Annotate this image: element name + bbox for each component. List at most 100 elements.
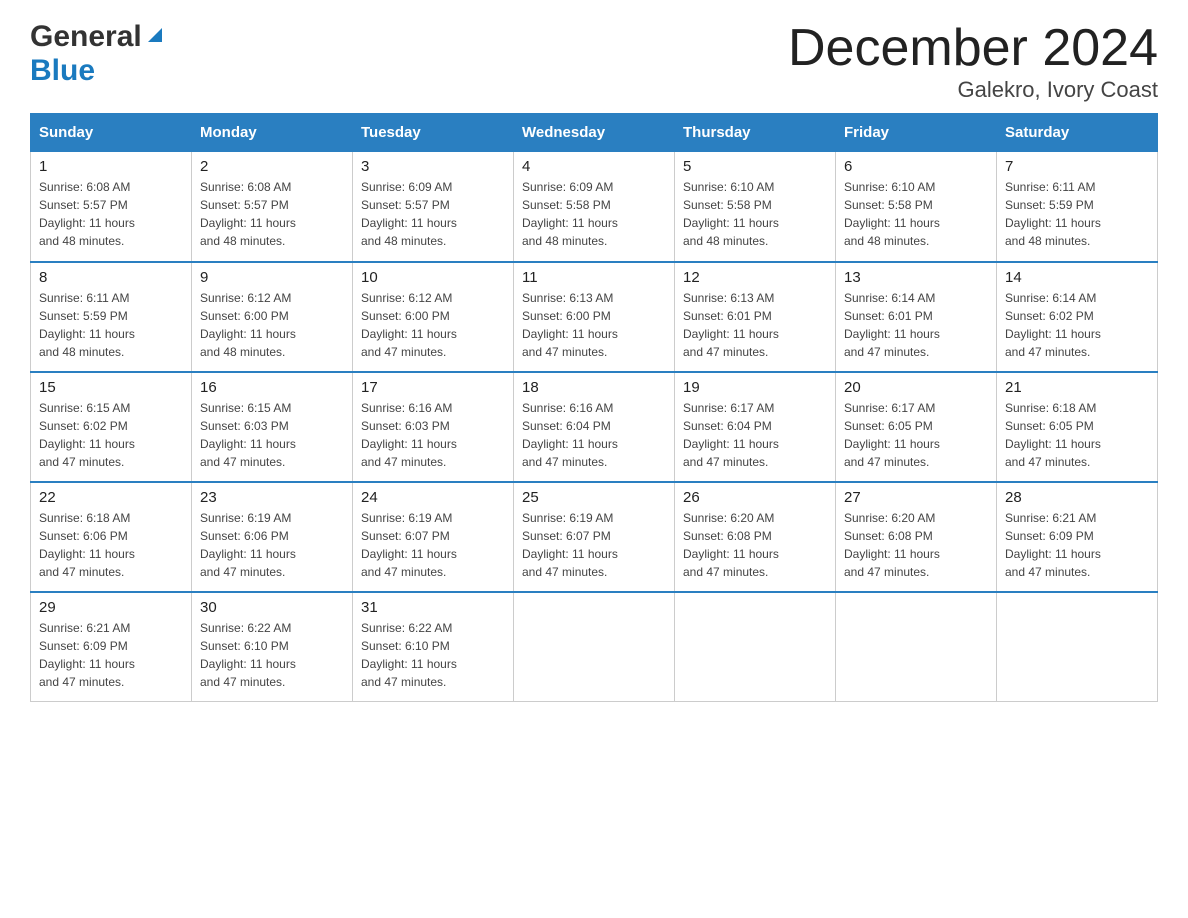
calendar-cell: 4 Sunrise: 6:09 AMSunset: 5:58 PMDayligh… bbox=[514, 152, 675, 262]
calendar-cell: 3 Sunrise: 6:09 AMSunset: 5:57 PMDayligh… bbox=[353, 152, 514, 262]
calendar-cell: 2 Sunrise: 6:08 AMSunset: 5:57 PMDayligh… bbox=[192, 152, 353, 262]
calendar-cell: 1 Sunrise: 6:08 AMSunset: 5:57 PMDayligh… bbox=[31, 152, 192, 262]
calendar-day-header: Tuesday bbox=[353, 114, 514, 152]
calendar-cell: 8 Sunrise: 6:11 AMSunset: 5:59 PMDayligh… bbox=[31, 262, 192, 372]
calendar-cell: 17 Sunrise: 6:16 AMSunset: 6:03 PMDaylig… bbox=[353, 372, 514, 482]
day-info: Sunrise: 6:09 AMSunset: 5:57 PMDaylight:… bbox=[361, 180, 457, 248]
calendar-cell: 16 Sunrise: 6:15 AMSunset: 6:03 PMDaylig… bbox=[192, 372, 353, 482]
calendar-cell: 18 Sunrise: 6:16 AMSunset: 6:04 PMDaylig… bbox=[514, 372, 675, 482]
day-number: 11 bbox=[522, 269, 666, 286]
day-info: Sunrise: 6:16 AMSunset: 6:04 PMDaylight:… bbox=[522, 401, 618, 469]
page-header: General Blue December 2024 Galekro, Ivor… bbox=[30, 20, 1158, 103]
day-number: 31 bbox=[361, 599, 505, 616]
day-number: 7 bbox=[1005, 158, 1149, 175]
calendar-cell: 23 Sunrise: 6:19 AMSunset: 6:06 PMDaylig… bbox=[192, 482, 353, 592]
day-number: 16 bbox=[200, 379, 344, 396]
day-info: Sunrise: 6:14 AMSunset: 6:02 PMDaylight:… bbox=[1005, 291, 1101, 359]
day-info: Sunrise: 6:15 AMSunset: 6:02 PMDaylight:… bbox=[39, 401, 135, 469]
day-number: 12 bbox=[683, 269, 827, 286]
calendar-cell: 31 Sunrise: 6:22 AMSunset: 6:10 PMDaylig… bbox=[353, 592, 514, 702]
calendar-day-header: Monday bbox=[192, 114, 353, 152]
calendar-cell: 26 Sunrise: 6:20 AMSunset: 6:08 PMDaylig… bbox=[675, 482, 836, 592]
calendar-day-header: Thursday bbox=[675, 114, 836, 152]
day-number: 9 bbox=[200, 269, 344, 286]
day-number: 2 bbox=[200, 158, 344, 175]
calendar-cell: 30 Sunrise: 6:22 AMSunset: 6:10 PMDaylig… bbox=[192, 592, 353, 702]
calendar-cell: 12 Sunrise: 6:13 AMSunset: 6:01 PMDaylig… bbox=[675, 262, 836, 372]
day-number: 26 bbox=[683, 489, 827, 506]
calendar-cell: 21 Sunrise: 6:18 AMSunset: 6:05 PMDaylig… bbox=[997, 372, 1158, 482]
day-number: 20 bbox=[844, 379, 988, 396]
day-number: 25 bbox=[522, 489, 666, 506]
day-info: Sunrise: 6:20 AMSunset: 6:08 PMDaylight:… bbox=[683, 511, 779, 579]
day-number: 29 bbox=[39, 599, 183, 616]
day-info: Sunrise: 6:11 AMSunset: 5:59 PMDaylight:… bbox=[39, 291, 135, 359]
calendar-header-row: SundayMondayTuesdayWednesdayThursdayFrid… bbox=[31, 114, 1158, 152]
day-number: 15 bbox=[39, 379, 183, 396]
calendar-day-header: Saturday bbox=[997, 114, 1158, 152]
calendar-cell: 10 Sunrise: 6:12 AMSunset: 6:00 PMDaylig… bbox=[353, 262, 514, 372]
day-number: 23 bbox=[200, 489, 344, 506]
day-info: Sunrise: 6:13 AMSunset: 6:00 PMDaylight:… bbox=[522, 291, 618, 359]
day-info: Sunrise: 6:08 AMSunset: 5:57 PMDaylight:… bbox=[200, 180, 296, 248]
calendar-cell: 19 Sunrise: 6:17 AMSunset: 6:04 PMDaylig… bbox=[675, 372, 836, 482]
calendar-day-header: Friday bbox=[836, 114, 997, 152]
day-number: 14 bbox=[1005, 269, 1149, 286]
day-info: Sunrise: 6:18 AMSunset: 6:06 PMDaylight:… bbox=[39, 511, 135, 579]
day-number: 10 bbox=[361, 269, 505, 286]
calendar-cell bbox=[836, 592, 997, 702]
calendar-cell: 9 Sunrise: 6:12 AMSunset: 6:00 PMDayligh… bbox=[192, 262, 353, 372]
day-info: Sunrise: 6:22 AMSunset: 6:10 PMDaylight:… bbox=[200, 621, 296, 689]
page-title: December 2024 bbox=[788, 20, 1158, 77]
logo: General Blue bbox=[30, 20, 166, 88]
calendar-week-row: 29 Sunrise: 6:21 AMSunset: 6:09 PMDaylig… bbox=[31, 592, 1158, 702]
day-number: 27 bbox=[844, 489, 988, 506]
day-number: 18 bbox=[522, 379, 666, 396]
day-number: 22 bbox=[39, 489, 183, 506]
day-info: Sunrise: 6:20 AMSunset: 6:08 PMDaylight:… bbox=[844, 511, 940, 579]
day-info: Sunrise: 6:16 AMSunset: 6:03 PMDaylight:… bbox=[361, 401, 457, 469]
day-info: Sunrise: 6:17 AMSunset: 6:04 PMDaylight:… bbox=[683, 401, 779, 469]
day-info: Sunrise: 6:14 AMSunset: 6:01 PMDaylight:… bbox=[844, 291, 940, 359]
day-number: 1 bbox=[39, 158, 183, 175]
title-block: December 2024 Galekro, Ivory Coast bbox=[788, 20, 1158, 103]
day-info: Sunrise: 6:10 AMSunset: 5:58 PMDaylight:… bbox=[683, 180, 779, 248]
day-info: Sunrise: 6:11 AMSunset: 5:59 PMDaylight:… bbox=[1005, 180, 1101, 248]
day-number: 28 bbox=[1005, 489, 1149, 506]
calendar-week-row: 15 Sunrise: 6:15 AMSunset: 6:02 PMDaylig… bbox=[31, 372, 1158, 482]
calendar-cell: 29 Sunrise: 6:21 AMSunset: 6:09 PMDaylig… bbox=[31, 592, 192, 702]
calendar-table: SundayMondayTuesdayWednesdayThursdayFrid… bbox=[30, 113, 1158, 702]
day-info: Sunrise: 6:19 AMSunset: 6:07 PMDaylight:… bbox=[522, 511, 618, 579]
calendar-cell: 24 Sunrise: 6:19 AMSunset: 6:07 PMDaylig… bbox=[353, 482, 514, 592]
day-number: 24 bbox=[361, 489, 505, 506]
calendar-cell: 6 Sunrise: 6:10 AMSunset: 5:58 PMDayligh… bbox=[836, 152, 997, 262]
calendar-cell: 7 Sunrise: 6:11 AMSunset: 5:59 PMDayligh… bbox=[997, 152, 1158, 262]
calendar-cell: 14 Sunrise: 6:14 AMSunset: 6:02 PMDaylig… bbox=[997, 262, 1158, 372]
calendar-cell: 28 Sunrise: 6:21 AMSunset: 6:09 PMDaylig… bbox=[997, 482, 1158, 592]
day-number: 5 bbox=[683, 158, 827, 175]
day-info: Sunrise: 6:17 AMSunset: 6:05 PMDaylight:… bbox=[844, 401, 940, 469]
calendar-cell bbox=[675, 592, 836, 702]
calendar-cell: 5 Sunrise: 6:10 AMSunset: 5:58 PMDayligh… bbox=[675, 152, 836, 262]
day-info: Sunrise: 6:21 AMSunset: 6:09 PMDaylight:… bbox=[39, 621, 135, 689]
calendar-cell: 11 Sunrise: 6:13 AMSunset: 6:00 PMDaylig… bbox=[514, 262, 675, 372]
day-info: Sunrise: 6:12 AMSunset: 6:00 PMDaylight:… bbox=[200, 291, 296, 359]
calendar-week-row: 22 Sunrise: 6:18 AMSunset: 6:06 PMDaylig… bbox=[31, 482, 1158, 592]
calendar-cell bbox=[997, 592, 1158, 702]
calendar-cell: 15 Sunrise: 6:15 AMSunset: 6:02 PMDaylig… bbox=[31, 372, 192, 482]
day-number: 3 bbox=[361, 158, 505, 175]
calendar-day-header: Sunday bbox=[31, 114, 192, 152]
calendar-cell: 25 Sunrise: 6:19 AMSunset: 6:07 PMDaylig… bbox=[514, 482, 675, 592]
day-info: Sunrise: 6:13 AMSunset: 6:01 PMDaylight:… bbox=[683, 291, 779, 359]
logo-triangle-icon bbox=[144, 24, 166, 51]
day-info: Sunrise: 6:18 AMSunset: 6:05 PMDaylight:… bbox=[1005, 401, 1101, 469]
calendar-cell: 27 Sunrise: 6:20 AMSunset: 6:08 PMDaylig… bbox=[836, 482, 997, 592]
calendar-cell: 13 Sunrise: 6:14 AMSunset: 6:01 PMDaylig… bbox=[836, 262, 997, 372]
day-info: Sunrise: 6:22 AMSunset: 6:10 PMDaylight:… bbox=[361, 621, 457, 689]
calendar-cell bbox=[514, 592, 675, 702]
calendar-cell: 20 Sunrise: 6:17 AMSunset: 6:05 PMDaylig… bbox=[836, 372, 997, 482]
day-number: 21 bbox=[1005, 379, 1149, 396]
day-info: Sunrise: 6:19 AMSunset: 6:07 PMDaylight:… bbox=[361, 511, 457, 579]
day-info: Sunrise: 6:09 AMSunset: 5:58 PMDaylight:… bbox=[522, 180, 618, 248]
day-number: 17 bbox=[361, 379, 505, 396]
